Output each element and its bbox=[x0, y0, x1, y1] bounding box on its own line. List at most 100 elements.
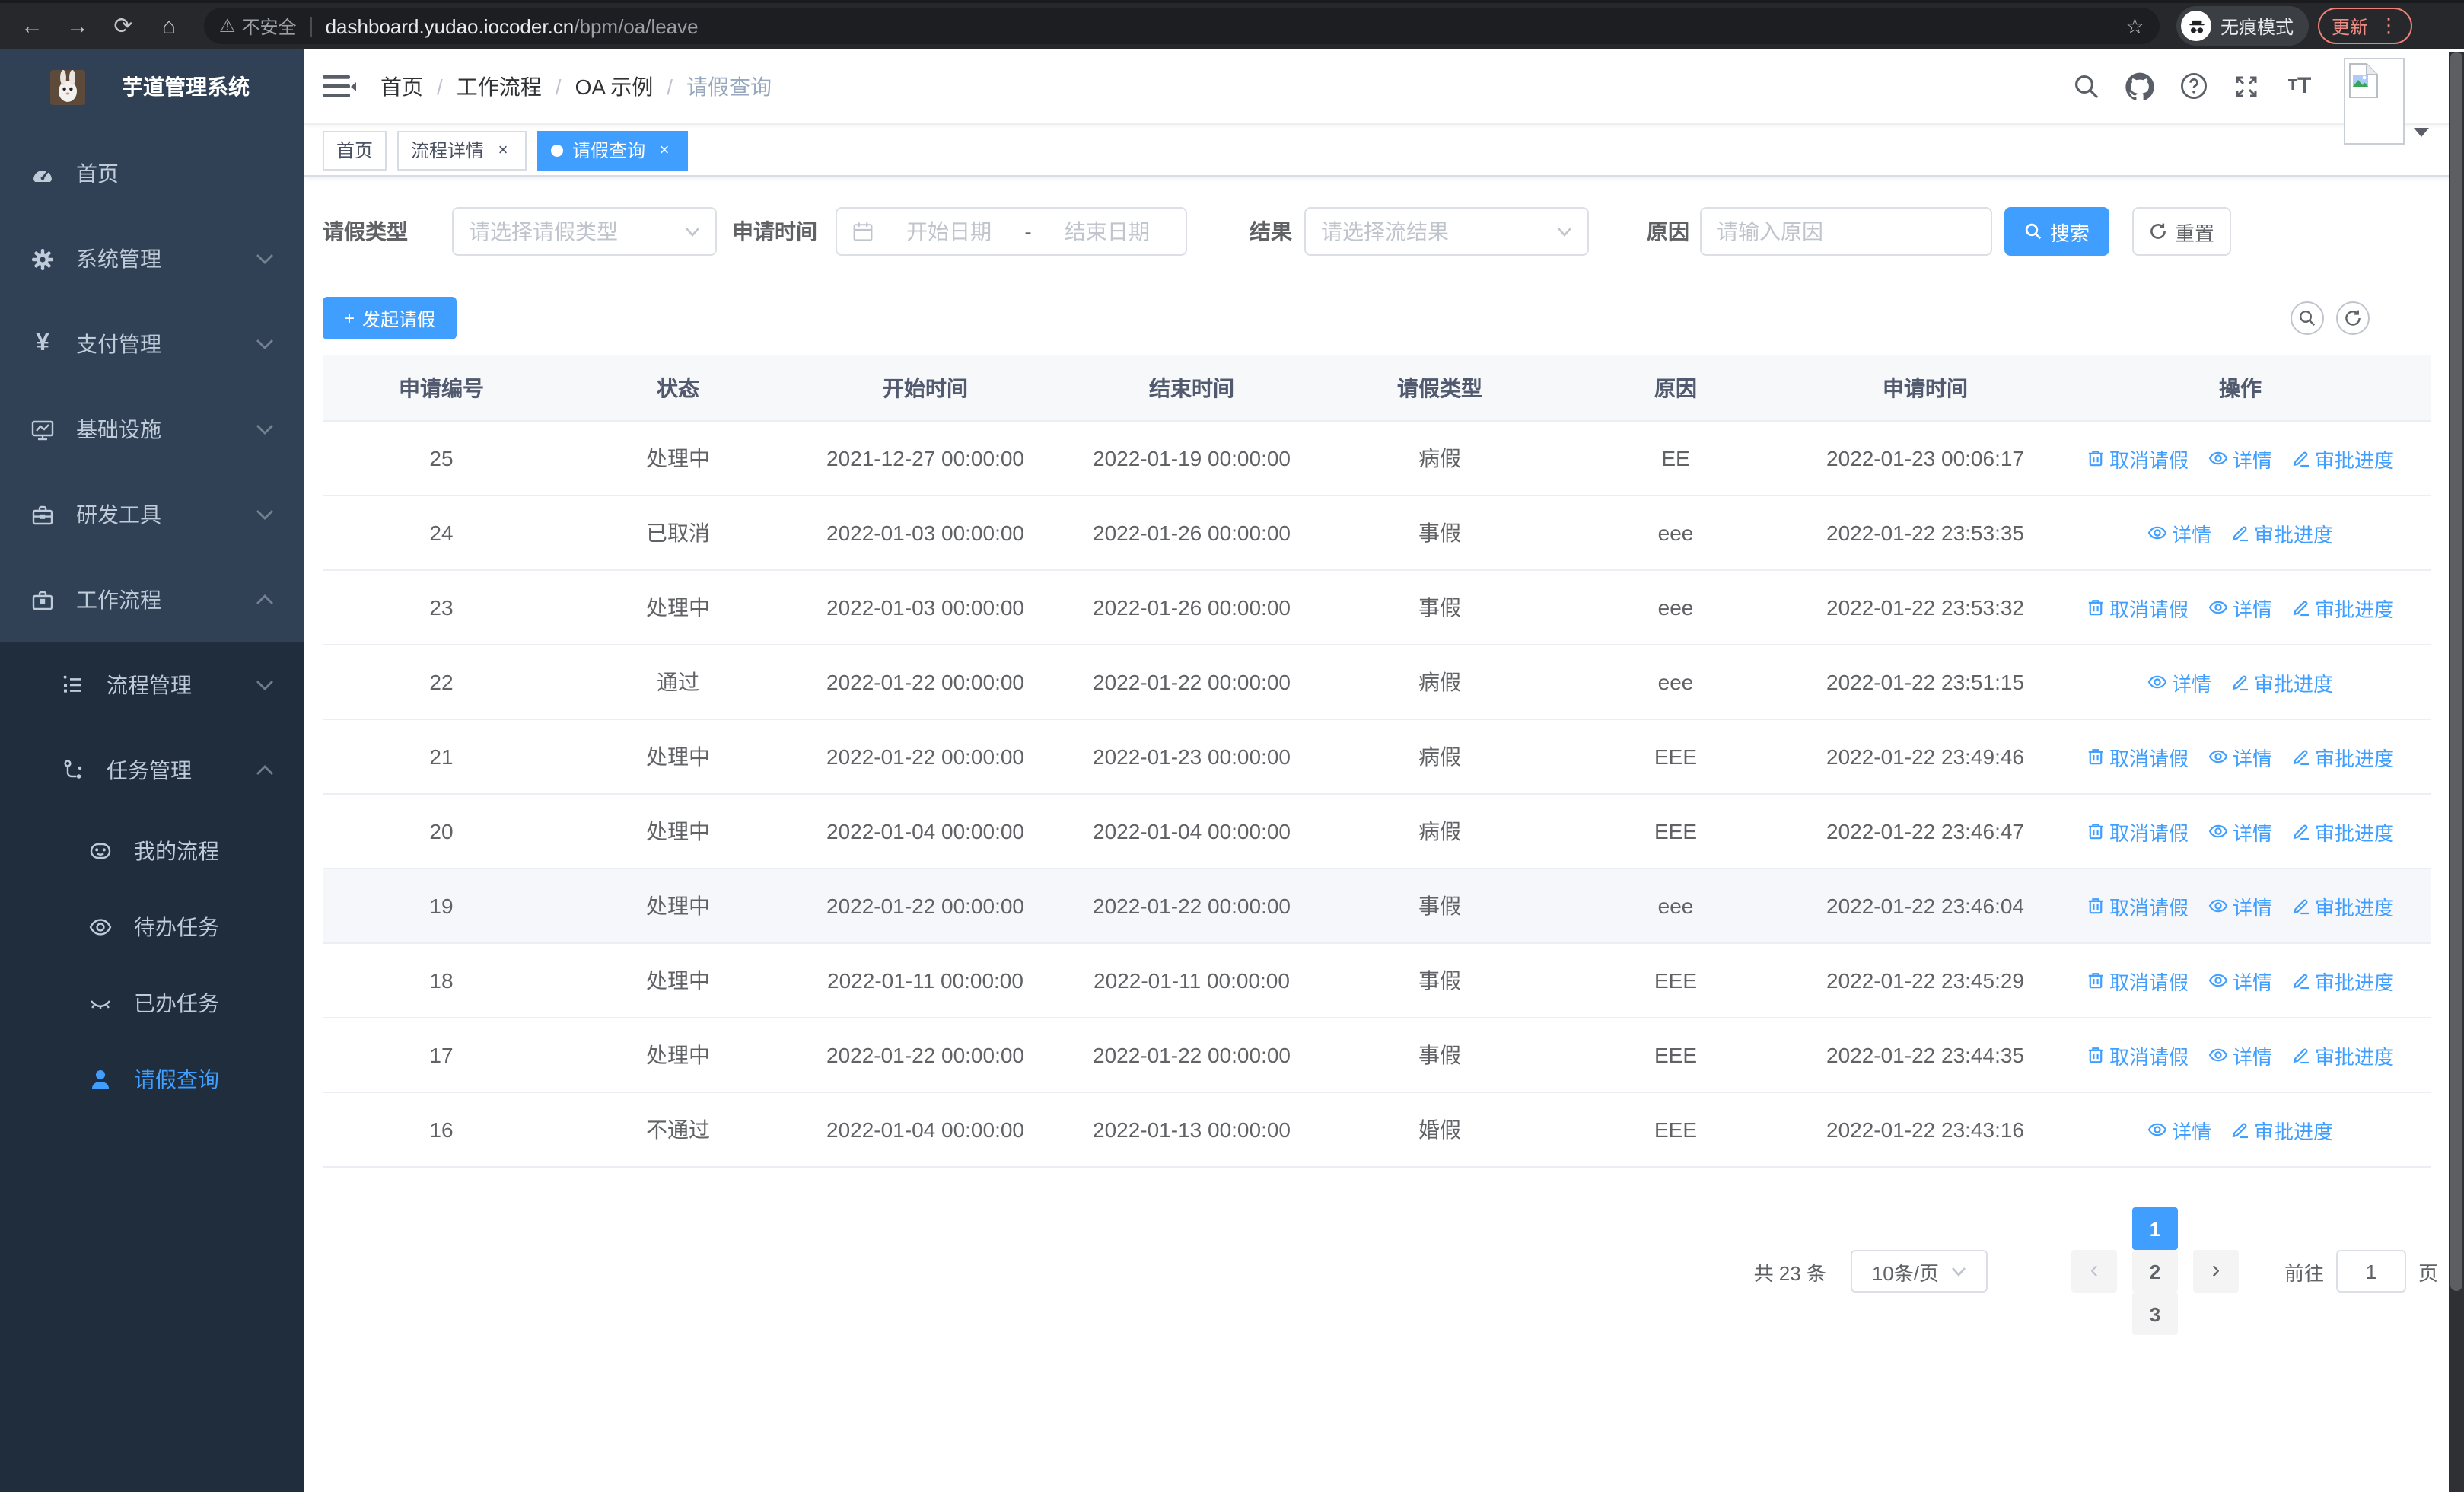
create-leave-button[interactable]: + 发起请假 bbox=[323, 297, 457, 339]
breadcrumb-current: 请假查询 bbox=[686, 74, 772, 98]
toggle-search-button[interactable] bbox=[2291, 301, 2324, 335]
refresh-table-button[interactable] bbox=[2336, 301, 2370, 335]
approval-progress-link[interactable]: 审批进度 bbox=[2292, 966, 2394, 995]
detail-link[interactable]: 详情 bbox=[2208, 444, 2272, 473]
page-button-3[interactable]: 3 bbox=[2131, 1293, 2178, 1335]
browser-home-button[interactable]: ⌂ bbox=[146, 13, 192, 39]
detail-link[interactable]: 详情 bbox=[2208, 966, 2272, 995]
cancel-leave-link[interactable]: 取消请假 bbox=[2087, 817, 2189, 846]
app-logo-avatar bbox=[50, 69, 85, 104]
browser-update-button[interactable]: 更新 ⋮ bbox=[2318, 8, 2413, 44]
sidebar-item-process-management[interactable]: 流程管理 bbox=[0, 642, 304, 728]
apply-time-range-picker[interactable]: 开始日期 - 结束日期 bbox=[836, 207, 1187, 256]
sidebar-item-my-processes[interactable]: 我的流程 bbox=[0, 813, 304, 889]
col-end-time: 结束时间 bbox=[1149, 375, 1234, 400]
cell-end: 2022-01-22 00:00:00 bbox=[1093, 894, 1291, 918]
tag-home[interactable]: 首页 bbox=[323, 130, 387, 170]
breadcrumb-oa-example[interactable]: OA 示例 bbox=[575, 71, 654, 101]
page-button-1[interactable]: 1 bbox=[2131, 1207, 2178, 1250]
header-search-icon[interactable] bbox=[2071, 71, 2102, 101]
approval-progress-link[interactable]: 审批进度 bbox=[2292, 891, 2394, 920]
approval-progress-link[interactable]: 审批进度 bbox=[2292, 593, 2394, 622]
approval-progress-link[interactable]: 审批进度 bbox=[2292, 444, 2394, 473]
close-icon[interactable]: × bbox=[493, 141, 513, 159]
trash-icon bbox=[2088, 749, 2103, 765]
search-button[interactable]: 搜索 bbox=[2004, 207, 2109, 256]
detail-link[interactable]: 详情 bbox=[2208, 1041, 2272, 1069]
fullscreen-icon[interactable] bbox=[2231, 71, 2262, 101]
breadcrumb-workflow[interactable]: 工作流程 bbox=[457, 71, 542, 101]
app-logo-row[interactable]: 芋道管理系统 bbox=[0, 49, 304, 125]
detail-link[interactable]: 详情 bbox=[2147, 668, 2211, 696]
sidebar-item-workflow[interactable]: 工作流程 bbox=[0, 557, 304, 642]
sidebar-item-leave-query[interactable]: 请假查询 bbox=[0, 1041, 304, 1117]
sidebar-item-task-management[interactable]: 任务管理 bbox=[0, 728, 304, 813]
cancel-leave-link[interactable]: 取消请假 bbox=[2087, 742, 2189, 771]
tag-process-detail[interactable]: 流程详情 × bbox=[397, 130, 527, 170]
approval-progress-link[interactable]: 审批进度 bbox=[2292, 1041, 2394, 1069]
approval-progress-link[interactable]: 审批进度 bbox=[2231, 668, 2333, 696]
toolbox-icon bbox=[30, 501, 55, 528]
approval-progress-link[interactable]: 审批进度 bbox=[2292, 817, 2394, 846]
detail-link[interactable]: 详情 bbox=[2208, 817, 2272, 846]
sidebar-fold-icon[interactable] bbox=[323, 72, 356, 100]
page-size-select[interactable]: 10条/页 bbox=[1850, 1250, 1988, 1293]
col-actions: 操作 bbox=[2219, 375, 2262, 400]
sidebar-item-payment[interactable]: ¥ 支付管理 bbox=[0, 301, 304, 387]
cell-id: 23 bbox=[429, 595, 454, 620]
result-select[interactable]: 请选择流结果 bbox=[1304, 207, 1589, 256]
detail-link[interactable]: 详情 bbox=[2147, 1115, 2211, 1144]
detail-link[interactable]: 详情 bbox=[2147, 518, 2211, 547]
cancel-leave-link[interactable]: 取消请假 bbox=[2087, 593, 2189, 622]
scrollbar-thumb[interactable] bbox=[2450, 52, 2462, 1291]
sidebar-item-home[interactable]: 首页 bbox=[0, 131, 304, 216]
browser-menu-icon[interactable]: ⋮ bbox=[2379, 14, 2399, 38]
leave-type-select[interactable]: 请选择请假类型 bbox=[452, 207, 717, 256]
prev-page-button[interactable]: ‹ bbox=[2071, 1250, 2117, 1293]
navbar: 首页 / 工作流程 / OA 示例 / 请假查询 T T bbox=[304, 49, 2464, 125]
reset-button[interactable]: 重置 bbox=[2132, 207, 2231, 256]
cell-reason: EE bbox=[1661, 446, 1690, 470]
browser-reload-button[interactable]: ⟳ bbox=[100, 12, 146, 40]
page-button-2[interactable]: 2 bbox=[2131, 1250, 2178, 1293]
sidebar-item-todo-tasks[interactable]: 待办任务 bbox=[0, 889, 304, 965]
avatar[interactable] bbox=[2344, 58, 2405, 145]
cell-applyTime: 2022-01-23 00:06:17 bbox=[1826, 446, 2024, 470]
sidebar-item-done-tasks[interactable]: 已办任务 bbox=[0, 965, 304, 1041]
cancel-leave-link[interactable]: 取消请假 bbox=[2087, 966, 2189, 995]
window-scrollbar[interactable] bbox=[2449, 52, 2464, 1492]
bookmark-star-icon[interactable]: ☆ bbox=[2125, 13, 2144, 39]
sidebar-item-infrastructure[interactable]: 基础设施 bbox=[0, 387, 304, 472]
next-page-button[interactable]: › bbox=[2192, 1250, 2239, 1293]
approval-progress-link[interactable]: 审批进度 bbox=[2231, 1115, 2333, 1144]
eye-icon bbox=[2208, 451, 2228, 465]
cancel-leave-link[interactable]: 取消请假 bbox=[2087, 1041, 2189, 1069]
address-bar[interactable]: ⚠ 不安全 dashboard.yudao.iocoder.cn/bpm/oa/… bbox=[204, 8, 2160, 44]
browser-back-button[interactable]: ← bbox=[9, 13, 55, 39]
reason-input[interactable] bbox=[1700, 207, 1992, 256]
cancel-leave-link[interactable]: 取消请假 bbox=[2087, 891, 2189, 920]
detail-link[interactable]: 详情 bbox=[2208, 891, 2272, 920]
browser-forward-button[interactable]: → bbox=[55, 13, 100, 39]
cell-id: 22 bbox=[429, 670, 454, 694]
help-icon[interactable] bbox=[2178, 71, 2208, 101]
cell-type: 事假 bbox=[1418, 968, 1461, 993]
sidebar-item-system[interactable]: 系统管理 bbox=[0, 216, 304, 301]
pen-icon bbox=[2293, 974, 2309, 990]
range-separator: - bbox=[1024, 219, 1032, 244]
pen-icon bbox=[2232, 675, 2248, 691]
sidebar-item-dev-tools[interactable]: 研发工具 bbox=[0, 472, 304, 557]
breadcrumb-home[interactable]: 首页 bbox=[380, 71, 423, 101]
avatar-dropdown-caret[interactable] bbox=[2414, 128, 2429, 137]
detail-link[interactable]: 详情 bbox=[2208, 593, 2272, 622]
font-size-icon[interactable]: TT bbox=[2284, 71, 2315, 101]
goto-page-input[interactable] bbox=[2335, 1250, 2406, 1293]
cancel-leave-link[interactable]: 取消请假 bbox=[2087, 444, 2189, 473]
tag-leave-query[interactable]: 请假查询 × bbox=[537, 130, 689, 170]
detail-link[interactable]: 详情 bbox=[2208, 742, 2272, 771]
github-icon[interactable] bbox=[2125, 71, 2155, 101]
approval-progress-link[interactable]: 审批进度 bbox=[2231, 518, 2333, 547]
cell-start: 2022-01-03 00:00:00 bbox=[826, 595, 1024, 620]
close-icon[interactable]: × bbox=[654, 141, 674, 159]
approval-progress-link[interactable]: 审批进度 bbox=[2292, 742, 2394, 771]
